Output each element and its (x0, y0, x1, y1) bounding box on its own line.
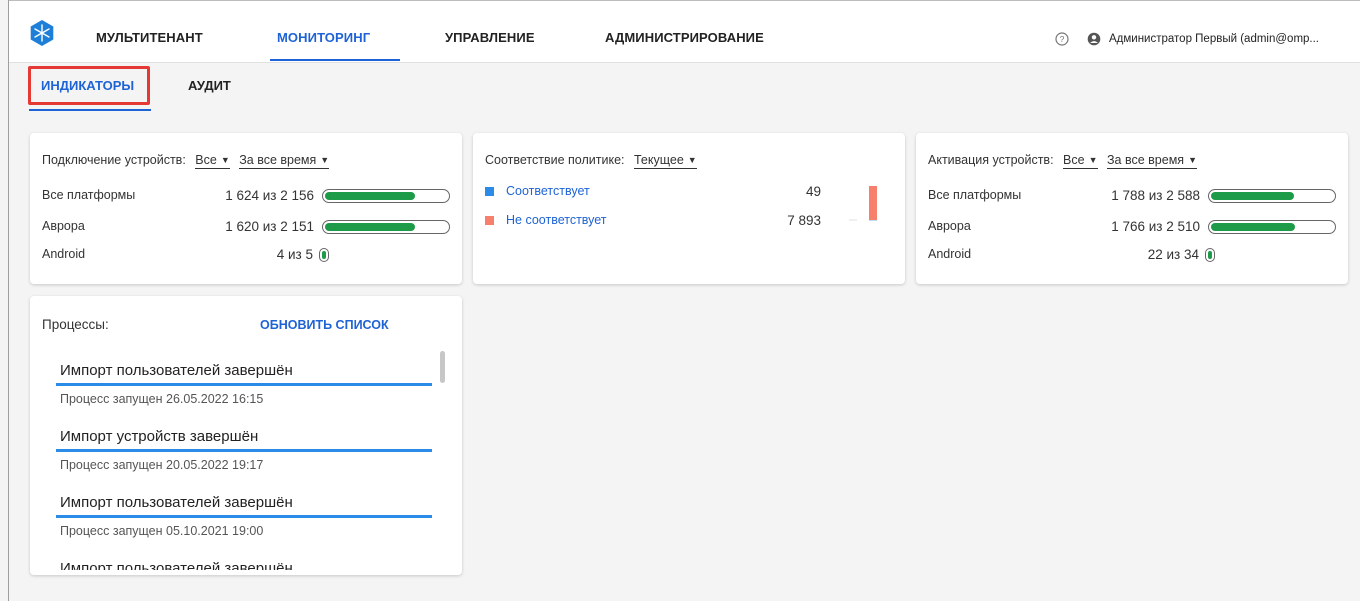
connection-platform-value: Все (195, 153, 217, 167)
policy-filter-value: Текущее (633, 153, 684, 167)
activation-card-header: Активация устройств: Все ▼ За все время ▼ (928, 153, 1197, 169)
process-progress-bar (56, 515, 432, 518)
row-value: 4 из 5 (276, 247, 313, 262)
tab-active-indicator (29, 109, 151, 111)
chevron-down-icon: ▼ (1188, 155, 1197, 165)
process-name: Импорт пользователей завершён (60, 560, 293, 570)
policy-compliance-card: Соответствие политике: Текущее ▼ Соответс… (473, 133, 905, 284)
legend-noncompliant: Не соответствует 7 893 (485, 213, 825, 231)
progress-bar (1208, 189, 1336, 203)
row-value: 22 из 34 (1147, 247, 1199, 262)
process-progress-bar (56, 383, 432, 386)
progress-bar (1208, 220, 1336, 234)
activation-row-android: Android 22 из 34 (928, 247, 1336, 265)
legend-swatch (485, 216, 494, 225)
row-value: 1 766 из 2 510 (1111, 219, 1200, 234)
connection-card-title: Подключение устройств: (42, 153, 186, 167)
progress-fill (325, 223, 415, 231)
legend-swatch (485, 187, 494, 196)
row-label: Аврора (928, 219, 971, 233)
tab-audit[interactable]: АУДИТ (188, 78, 231, 93)
activation-platform-value: Все (1063, 153, 1085, 167)
connection-platform-dropdown[interactable]: Все ▼ (195, 153, 230, 169)
policy-card-header: Соответствие политике: Текущее ▼ (485, 153, 697, 169)
row-value: 1 620 из 2 151 (225, 219, 314, 234)
activation-platform-dropdown[interactable]: Все ▼ (1063, 153, 1098, 169)
progress-fill (1208, 251, 1212, 259)
refresh-list-button[interactable]: ОБНОВИТЬ СПИСОК (260, 318, 389, 332)
tab-indicators[interactable]: ИНДИКАТОРЫ (41, 78, 134, 93)
list-item[interactable]: Импорт пользователей завершён Процесс за… (56, 488, 438, 554)
progress-bar (1205, 248, 1215, 262)
chevron-down-icon: ▼ (687, 155, 697, 165)
progress-fill (1211, 223, 1295, 231)
process-progress-bar (56, 449, 432, 452)
progress-bar (319, 248, 329, 262)
legend-compliant: Соответствует 49 (485, 184, 825, 202)
connection-period-dropdown[interactable]: За все время ▼ (239, 153, 330, 169)
row-value: 1 788 из 2 588 (1111, 188, 1200, 203)
nav-administration[interactable]: АДМИНИСТРИРОВАНИЕ (605, 1, 764, 62)
nav-multitenant[interactable]: МУЛЬТИТЕНАНТ (96, 1, 203, 62)
top-navigation: МУЛЬТИТЕНАНТ МОНИТОРИНГ УПРАВЛЕНИЕ АДМИН… (9, 1, 1360, 63)
connection-card-header: Подключение устройств: Все ▼ За все время… (42, 153, 330, 169)
app-logo-icon[interactable] (29, 20, 55, 46)
connection-period-value: За все время (239, 153, 317, 167)
chevron-down-icon: ▼ (320, 155, 330, 165)
nav-management[interactable]: УПРАВЛЕНИЕ (445, 1, 535, 62)
svg-text:?: ? (1060, 34, 1065, 44)
progress-bar (322, 189, 450, 203)
process-name: Импорт пользователей завершён (60, 362, 293, 379)
legend-label[interactable]: Не соответствует (506, 213, 607, 227)
scrollbar-thumb[interactable] (440, 351, 445, 383)
compliance-bar-chart (849, 186, 877, 221)
activation-period-value: За все время (1107, 153, 1185, 167)
row-label: Все платформы (928, 188, 1022, 202)
process-list: Импорт пользователей завершён Процесс за… (56, 356, 438, 570)
chevron-down-icon: ▼ (1088, 155, 1098, 165)
row-value: 1 624 из 2 156 (225, 188, 314, 203)
activation-period-dropdown[interactable]: За все время ▼ (1107, 153, 1197, 169)
activation-row-all: Все платформы 1 788 из 2 588 (928, 188, 1336, 206)
legend-value: 7 893 (787, 213, 821, 228)
device-activation-card: Активация устройств: Все ▼ За все время ▼ … (916, 133, 1348, 284)
chevron-down-icon: ▼ (220, 155, 230, 165)
progress-fill (325, 192, 415, 200)
row-label: Все платформы (42, 188, 136, 202)
nav-monitoring[interactable]: МОНИТОРИНГ (277, 1, 370, 62)
connection-row-all: Все платформы 1 624 из 2 156 (42, 188, 450, 206)
process-start-time: Процесс запущен 26.05.2022 16:15 (60, 392, 264, 406)
connection-row-aurora: Аврора 1 620 из 2 151 (42, 219, 450, 237)
activation-row-aurora: Аврора 1 766 из 2 510 (928, 219, 1336, 237)
user-name[interactable]: Администратор Первый (admin@omp... (1109, 33, 1319, 45)
connection-row-android: Android 4 из 5 (42, 247, 450, 265)
row-label: Android (42, 247, 86, 261)
processes-title: Процессы: (42, 317, 109, 332)
device-connection-card: Подключение устройств: Все ▼ За все время… (30, 133, 462, 284)
noncompliant-bar (869, 186, 877, 220)
progress-fill (322, 251, 326, 259)
process-start-time: Процесс запущен 05.10.2021 19:00 (60, 524, 264, 538)
row-label: Аврора (42, 219, 85, 233)
user-account-icon[interactable] (1087, 32, 1101, 46)
help-icon[interactable]: ? (1055, 32, 1069, 46)
processes-card: Процессы: ОБНОВИТЬ СПИСОК Импорт пользов… (30, 296, 462, 575)
sub-tabs: ИНДИКАТОРЫ АУДИТ (9, 63, 1360, 123)
list-item[interactable]: Импорт пользователей завершён (56, 554, 438, 570)
process-name: Импорт пользователей завершён (60, 494, 293, 511)
progress-bar (322, 220, 450, 234)
policy-filter-dropdown[interactable]: Текущее ▼ (633, 153, 697, 169)
process-start-time: Процесс запущен 20.05.2022 19:17 (60, 458, 264, 472)
process-name: Импорт устройств завершён (60, 428, 259, 445)
policy-card-title: Соответствие политике: (485, 153, 625, 167)
activation-card-title: Активация устройств: (928, 153, 1054, 167)
legend-value: 49 (805, 184, 821, 199)
list-item[interactable]: Импорт пользователей завершён Процесс за… (56, 356, 438, 422)
legend-label[interactable]: Соответствует (506, 184, 590, 198)
nav-active-indicator (270, 59, 400, 61)
list-item[interactable]: Импорт устройств завершён Процесс запуще… (56, 422, 438, 488)
row-label: Android (928, 247, 972, 261)
progress-fill (1211, 192, 1294, 200)
